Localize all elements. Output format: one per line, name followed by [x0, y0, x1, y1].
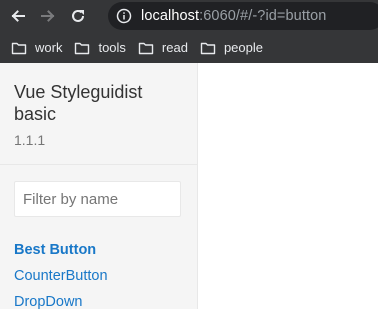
- main-content: [198, 63, 378, 309]
- app-title[interactable]: Vue Styleguidist basic: [14, 82, 184, 125]
- folder-icon: [200, 41, 216, 55]
- filter-input[interactable]: [14, 181, 181, 217]
- url-text: localhost:6060/#/-?id=button: [141, 8, 326, 24]
- arrow-right-icon: [41, 10, 55, 22]
- folder-icon: [138, 41, 154, 55]
- back-button[interactable]: [6, 4, 30, 28]
- app-version: 1.1.1: [14, 132, 46, 148]
- info-icon[interactable]: [116, 8, 132, 24]
- url-path: :6060/#/-?id=button: [199, 8, 327, 24]
- component-nav: Best Button CounterButton DropDown: [14, 241, 108, 319]
- folder-icon: [74, 41, 90, 55]
- nav-item-dropdown[interactable]: DropDown: [14, 293, 108, 319]
- bookmark-label: people: [223, 40, 263, 55]
- folder-icon: [11, 41, 27, 55]
- bookmark-label: tools: [98, 40, 126, 55]
- bookmark-read[interactable]: read: [138, 40, 188, 55]
- url-host: localhost: [141, 8, 200, 24]
- reload-icon: [72, 10, 84, 22]
- sidebar-header: Vue Styleguidist basic 1.1.1: [0, 63, 197, 165]
- nav-item-counter-button[interactable]: CounterButton: [14, 267, 108, 293]
- bookmarks-bar: work tools read people: [0, 32, 378, 63]
- bookmark-label: work: [35, 40, 63, 55]
- bookmark-tools[interactable]: tools: [74, 40, 126, 55]
- sidebar: Vue Styleguidist basic 1.1.1 Best Button…: [0, 63, 198, 310]
- nav-item-best-button[interactable]: Best Button: [14, 241, 108, 267]
- bookmark-work[interactable]: work: [11, 40, 62, 55]
- bookmark-label: read: [161, 40, 188, 55]
- arrow-left-icon: [11, 10, 25, 22]
- forward-button[interactable]: [36, 4, 60, 28]
- browser-toolbar: localhost:6060/#/-?id=button: [0, 0, 378, 32]
- bookmark-people[interactable]: people: [200, 40, 263, 55]
- reload-button[interactable]: [66, 4, 90, 28]
- address-bar[interactable]: localhost:6060/#/-?id=button: [108, 2, 378, 30]
